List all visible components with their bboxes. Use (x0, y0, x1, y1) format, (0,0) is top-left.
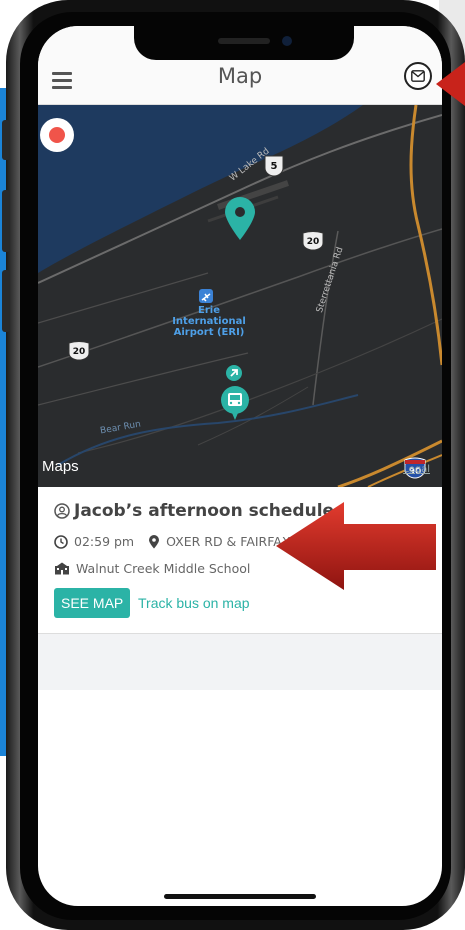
svg-text:20: 20 (73, 347, 86, 357)
school-icon (55, 562, 69, 575)
airport-label-line: Erie (198, 305, 220, 316)
user-icon (54, 503, 70, 519)
phone-volume-up-button (2, 190, 10, 252)
maps-brand-text: Maps (42, 458, 79, 475)
phone-side-button (2, 120, 10, 160)
page-title: Map (217, 64, 263, 88)
airport-icon (199, 289, 213, 303)
track-bus-link[interactable]: Track bus on map (138, 595, 250, 611)
home-indicator[interactable] (164, 894, 316, 899)
route-shield-20: 20 (302, 231, 324, 251)
phone-screen: Map W Lake Rd Sterrettania Rd Bear Run 5… (38, 26, 442, 906)
svg-text:20: 20 (307, 237, 320, 247)
red-pointer-arrow-icon (276, 502, 436, 590)
map-canvas (38, 105, 442, 487)
apple-maps-logo: Maps (42, 458, 79, 475)
route-shield-20-west: 20 (68, 341, 90, 361)
direction-arrow-icon (226, 365, 242, 381)
school-name: Walnut Creek Middle School (76, 561, 251, 576)
route-shield-5: 5 (264, 155, 284, 177)
bus-icon[interactable] (220, 385, 250, 421)
map-pin-icon[interactable] (224, 197, 256, 241)
record-dot-icon (49, 127, 65, 143)
envelope-icon[interactable] (404, 62, 432, 90)
school-row: Walnut Creek Middle School (54, 561, 250, 576)
see-map-button[interactable]: SEE MAP (54, 588, 131, 618)
clock-icon (54, 534, 68, 549)
airport-label-line: International (172, 316, 246, 327)
record-button[interactable] (40, 118, 74, 152)
phone-notch (134, 26, 354, 60)
airport-label-line: Airport (ERI) (173, 327, 245, 338)
svg-text:5: 5 (271, 161, 278, 172)
phone-volume-down-button (2, 270, 10, 332)
map-view[interactable]: W Lake Rd Sterrettania Rd Bear Run 5 20 … (38, 105, 442, 487)
red-pointer-arrow-top-icon (436, 62, 465, 106)
legal-link[interactable]: Legal (403, 464, 430, 475)
location-pin-icon (149, 534, 160, 548)
empty-list-area (38, 634, 442, 690)
airport-label: Erie International Airport (ERI) (164, 305, 254, 338)
speaker-grille (218, 38, 270, 44)
front-camera (282, 36, 292, 46)
pickup-time: 02:59 pm (74, 534, 135, 549)
